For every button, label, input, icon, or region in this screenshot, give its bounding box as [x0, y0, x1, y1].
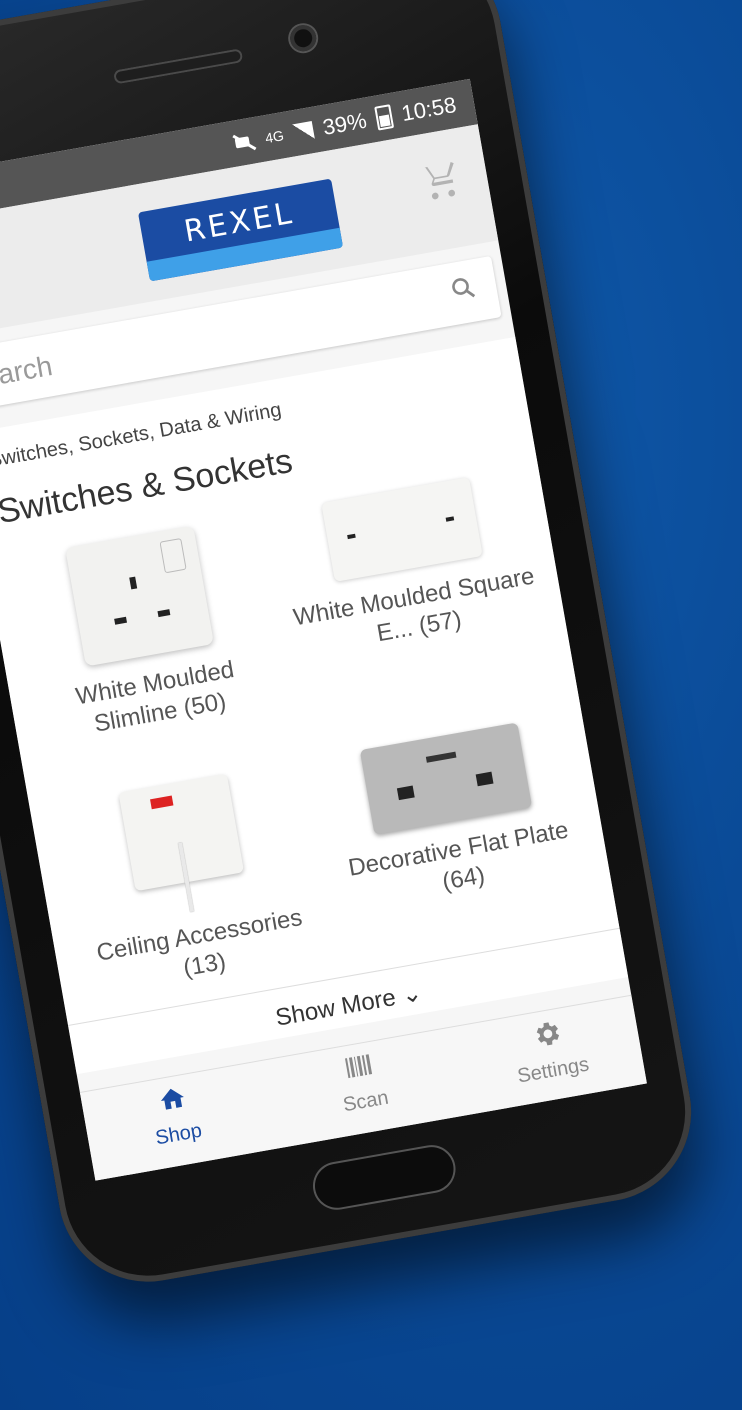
- mute-icon: [232, 131, 257, 153]
- product-image: [118, 773, 245, 913]
- product-image: [359, 722, 533, 835]
- rexel-logo: REXEL: [137, 178, 344, 282]
- gear-icon: [536, 1022, 560, 1046]
- nav-shop[interactable]: Shop: [111, 1075, 240, 1157]
- clock: 10:58: [399, 91, 459, 127]
- category-tile[interactable]: Decorative Flat Plate (64): [315, 715, 589, 916]
- chevron-down-icon: ⌄: [399, 979, 425, 1010]
- tile-label: Decorative Flat Plate (64): [346, 816, 571, 896]
- network-type: 4G: [263, 127, 285, 147]
- nav-label-scan: Scan: [341, 1086, 391, 1117]
- product-image: [321, 477, 483, 582]
- nav-label-settings: Settings: [515, 1053, 591, 1088]
- earpiece-speaker: [112, 48, 244, 85]
- battery-icon: [374, 104, 395, 131]
- barcode-icon: [344, 1054, 373, 1079]
- cart-icon[interactable]: [418, 158, 464, 204]
- tile-label: White Moulded Square E... (57): [291, 562, 537, 648]
- nav-label-shop: Shop: [153, 1119, 204, 1150]
- search-icon[interactable]: [448, 273, 478, 303]
- signal-icon: [291, 121, 315, 143]
- show-more-label: Show More: [273, 983, 398, 1032]
- tile-label: White Moulded Slimline (50): [73, 656, 237, 738]
- product-image: [65, 525, 215, 667]
- front-camera: [288, 23, 319, 54]
- battery-level: 39%: [320, 107, 369, 140]
- search-placeholder: Search: [0, 350, 55, 396]
- nav-settings[interactable]: Settings: [485, 1009, 614, 1093]
- category-tile[interactable]: White Moulded Slimline (50): [6, 515, 286, 749]
- home-icon: [160, 1088, 184, 1110]
- nav-scan[interactable]: Scan: [298, 1042, 427, 1124]
- category-tile[interactable]: Ceiling Accessories (13): [49, 762, 330, 1002]
- home-button[interactable]: [311, 1143, 458, 1212]
- category-card: Switches, Sockets, Data & Wiring Switche…: [0, 336, 629, 1075]
- category-tile[interactable]: White Moulded Square E... (57): [272, 468, 545, 663]
